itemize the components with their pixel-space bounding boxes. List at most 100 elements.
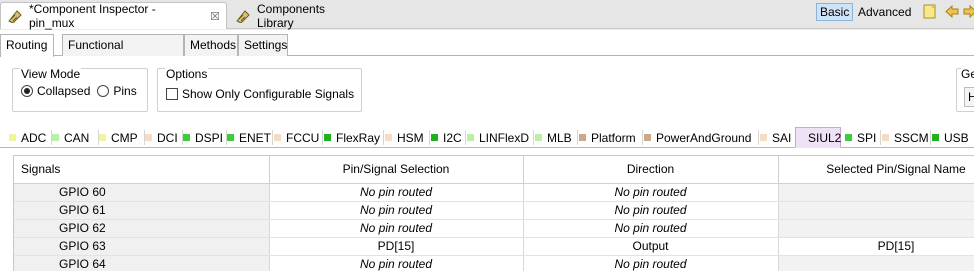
selected-name-cell [778, 255, 974, 271]
category-label: FCCU [286, 130, 320, 145]
table-row[interactable]: GPIO 62 No pin routed No pin routed [14, 219, 974, 238]
selected-name-cell [778, 219, 974, 238]
direction-cell[interactable]: Output [523, 237, 779, 256]
separator [322, 130, 323, 145]
category-label: MLB [547, 130, 572, 145]
color-swatch-icon [52, 134, 59, 141]
category-tab-dci[interactable]: DCI [145, 127, 183, 148]
category-label: LINFlexD [479, 130, 530, 145]
category-tab-adc[interactable]: ADC [9, 127, 52, 148]
direction-cell[interactable]: No pin routed [523, 255, 779, 271]
category-tab-spi[interactable]: SPI [845, 127, 881, 148]
category-tab-platform[interactable]: Platform [579, 127, 643, 148]
radio-unselected-icon [97, 85, 110, 97]
tab-components-library[interactable]: Components Library [229, 2, 369, 30]
category-tab-sai[interactable]: SAI [760, 127, 792, 148]
table-row[interactable]: GPIO 63 PD[15] Output PD[15] [14, 237, 974, 256]
routing-table: Signals Pin/Signal Selection Direction S… [13, 155, 974, 271]
collapsed-radio[interactable]: Collapsed [21, 84, 90, 98]
color-swatch-icon [183, 134, 190, 141]
category-tab-flexray[interactable]: FlexRay [324, 127, 384, 148]
pin-selection-cell[interactable]: No pin routed [269, 201, 524, 220]
direction-cell[interactable]: No pin routed [523, 183, 779, 202]
pin-selection-cell[interactable]: PD[15] [269, 237, 524, 256]
column-header-signals[interactable]: Signals [14, 156, 270, 184]
separator [383, 130, 384, 145]
category-label: SSCM [894, 130, 929, 145]
collapsed-label: Collapsed [37, 84, 91, 98]
category-label: SPI [857, 130, 877, 145]
editor-tab-bar: *Component Inspector - pin_mux ☒ Compone… [0, 0, 974, 30]
arrow-left-icon[interactable] [944, 4, 960, 19]
category-tab-powerandground[interactable]: PowerAndGround [644, 127, 759, 148]
color-swatch-icon [99, 134, 106, 141]
signal-cell: GPIO 61 [14, 201, 270, 220]
peripheral-category-bar: ADC CAN CMP DCI DSPI ENET FCCU FlexRay H… [0, 126, 974, 148]
pin-selection-cell[interactable]: No pin routed [269, 255, 524, 271]
direction-cell[interactable]: No pin routed [523, 219, 779, 238]
close-icon[interactable]: ☒ [210, 10, 220, 23]
radio-selected-icon [21, 85, 33, 97]
tab-functional-properties[interactable]: Functional Properties [62, 34, 184, 72]
tab-component-inspector-label: *Component Inspector - pin_mux [29, 2, 156, 30]
color-swatch-icon [644, 134, 651, 141]
note-icon[interactable] [922, 4, 938, 19]
category-tab-can[interactable]: CAN [52, 127, 99, 148]
basic-mode-button[interactable]: Basic [816, 3, 854, 21]
inspector-tab-bar: Routing Functional Properties Methods Se… [0, 30, 974, 72]
signal-cell: GPIO 64 [14, 255, 270, 271]
separator [642, 130, 643, 145]
pins-radio[interactable]: Pins [97, 84, 137, 98]
show-only-configurable-checkbox[interactable]: Show Only Configurable Signals [166, 87, 354, 101]
column-header-pin-signal-selection[interactable]: Pin/Signal Selection [269, 156, 524, 184]
category-tab-cmp[interactable]: CMP [99, 127, 145, 148]
category-tab-hsm[interactable]: HSM [385, 127, 430, 148]
checkbox-icon [166, 88, 178, 100]
color-swatch-icon [845, 134, 852, 141]
category-label: SAI [772, 130, 792, 145]
category-tab-mlb[interactable]: MLB [535, 127, 578, 148]
category-tab-siul2[interactable]: SIUL2 [795, 127, 841, 148]
color-swatch-icon [274, 134, 281, 141]
pin-selection-cell[interactable]: No pin routed [269, 219, 524, 238]
general-field[interactable]: H [964, 87, 974, 107]
arrow-right-icon[interactable] [962, 4, 974, 19]
category-tab-fccu[interactable]: FCCU [274, 127, 323, 148]
color-swatch-icon [760, 134, 767, 141]
category-label: SIUL2 [808, 130, 842, 145]
tab-settings[interactable]: Settings [238, 34, 288, 56]
color-swatch-icon [385, 134, 392, 141]
category-label: DCI [157, 130, 178, 145]
separator [930, 130, 931, 145]
table-row[interactable]: GPIO 64 No pin routed No pin routed [14, 255, 974, 271]
options-title: Options [165, 67, 209, 81]
pin-selection-cell[interactable]: No pin routed [269, 183, 524, 202]
table-row[interactable]: GPIO 60 No pin routed No pin routed [14, 183, 974, 202]
category-tab-i2c[interactable]: I2C [431, 127, 466, 148]
category-tab-linflexd[interactable]: LINFlexD [467, 127, 534, 148]
category-label: Platform [591, 130, 636, 145]
color-swatch-icon [324, 134, 331, 141]
color-swatch-icon [227, 134, 234, 141]
separator [577, 130, 578, 145]
signal-cell: GPIO 60 [14, 183, 270, 202]
table-row[interactable]: GPIO 61 No pin routed No pin routed [14, 201, 974, 220]
column-header-direction[interactable]: Direction [523, 156, 779, 184]
direction-cell[interactable]: No pin routed [523, 201, 779, 220]
separator [533, 130, 534, 145]
color-swatch-icon [535, 134, 542, 141]
separator [465, 130, 466, 145]
tab-routing[interactable]: Routing [0, 34, 54, 57]
category-tab-enet[interactable]: ENET [227, 127, 273, 148]
color-swatch-icon [9, 134, 16, 141]
show-only-configurable-label: Show Only Configurable Signals [182, 87, 355, 101]
tab-methods[interactable]: Methods [184, 34, 238, 56]
advanced-mode-button[interactable]: Advanced [854, 3, 915, 21]
category-tab-sscm[interactable]: SSCM [882, 127, 931, 148]
signal-cell: GPIO 62 [14, 219, 270, 238]
separator [429, 130, 430, 145]
tab-component-inspector[interactable]: *Component Inspector - pin_mux ☒ [0, 2, 227, 30]
category-tab-dspi[interactable]: DSPI [183, 127, 227, 148]
category-tab-usb[interactable]: USB [932, 127, 970, 148]
column-header-selected-pin-signal-name[interactable]: Selected Pin/Signal Name [778, 156, 974, 184]
